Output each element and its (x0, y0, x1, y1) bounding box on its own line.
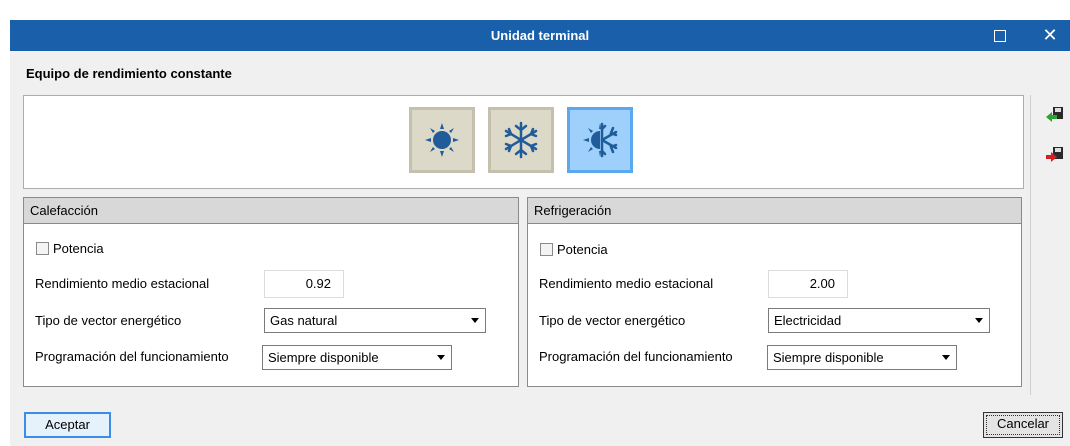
heating-rendimiento-label: Rendimiento medio estacional (35, 276, 210, 291)
chevron-down-icon (471, 318, 479, 323)
heating-programacion-value: Siempre disponible (268, 350, 379, 365)
cooling-potencia-checkbox[interactable] (540, 243, 553, 256)
maximize-icon (994, 29, 1006, 42)
cooling-programacion-select[interactable]: Siempre disponible (767, 345, 957, 370)
cooling-rendimiento-input[interactable]: 2.00 (768, 270, 848, 298)
mode-cooling-button[interactable] (488, 107, 554, 173)
chevron-down-icon (437, 355, 445, 360)
heating-potencia-label: Potencia (53, 241, 104, 256)
cooling-section-title: Refrigeración (528, 198, 1021, 224)
snowflake-icon (504, 121, 538, 159)
mode-heating-cooling-button[interactable] (567, 107, 633, 173)
import-icon (1046, 107, 1063, 122)
sun-icon (425, 123, 459, 157)
heating-vector-value: Gas natural (270, 313, 338, 328)
heating-section-title: Calefacción (24, 198, 518, 224)
cooling-vector-select[interactable]: Electricidad (768, 308, 990, 333)
window-title: Unidad terminal (490, 28, 590, 43)
vertical-divider (1030, 95, 1031, 395)
equipment-type-label: Equipo de rendimiento constante (26, 66, 232, 81)
cooling-rendimiento-label: Rendimiento medio estacional (539, 276, 714, 291)
maximize-button[interactable] (980, 20, 1020, 51)
cooling-vector-label: Tipo de vector energético (539, 313, 686, 328)
import-button[interactable] (1046, 106, 1064, 124)
sun-snowflake-icon (583, 122, 618, 158)
cooling-vector-value: Electricidad (774, 313, 842, 328)
cooling-programacion-label: Programación del funcionamiento (539, 349, 733, 364)
heating-programacion-label: Programación del funcionamiento (35, 349, 229, 364)
accept-button[interactable]: Aceptar (24, 412, 111, 438)
heating-potencia-checkbox[interactable] (36, 242, 49, 255)
cooling-potencia-label: Potencia (557, 242, 608, 257)
cancel-button[interactable]: Cancelar (983, 412, 1063, 438)
mode-heating-button[interactable] (409, 107, 475, 173)
heating-vector-label: Tipo de vector energético (35, 313, 182, 328)
chevron-down-icon (942, 355, 950, 360)
title-bar: Unidad terminal ✕ (10, 20, 1070, 51)
cooling-programacion-value: Siempre disponible (773, 350, 884, 365)
export-button[interactable] (1046, 146, 1064, 164)
close-button[interactable]: ✕ (1030, 20, 1070, 51)
heating-vector-select[interactable]: Gas natural (264, 308, 486, 333)
heating-rendimiento-input[interactable]: 0.92 (264, 270, 344, 298)
export-icon (1046, 147, 1063, 162)
chevron-down-icon (975, 318, 983, 323)
heating-programacion-select[interactable]: Siempre disponible (262, 345, 452, 370)
